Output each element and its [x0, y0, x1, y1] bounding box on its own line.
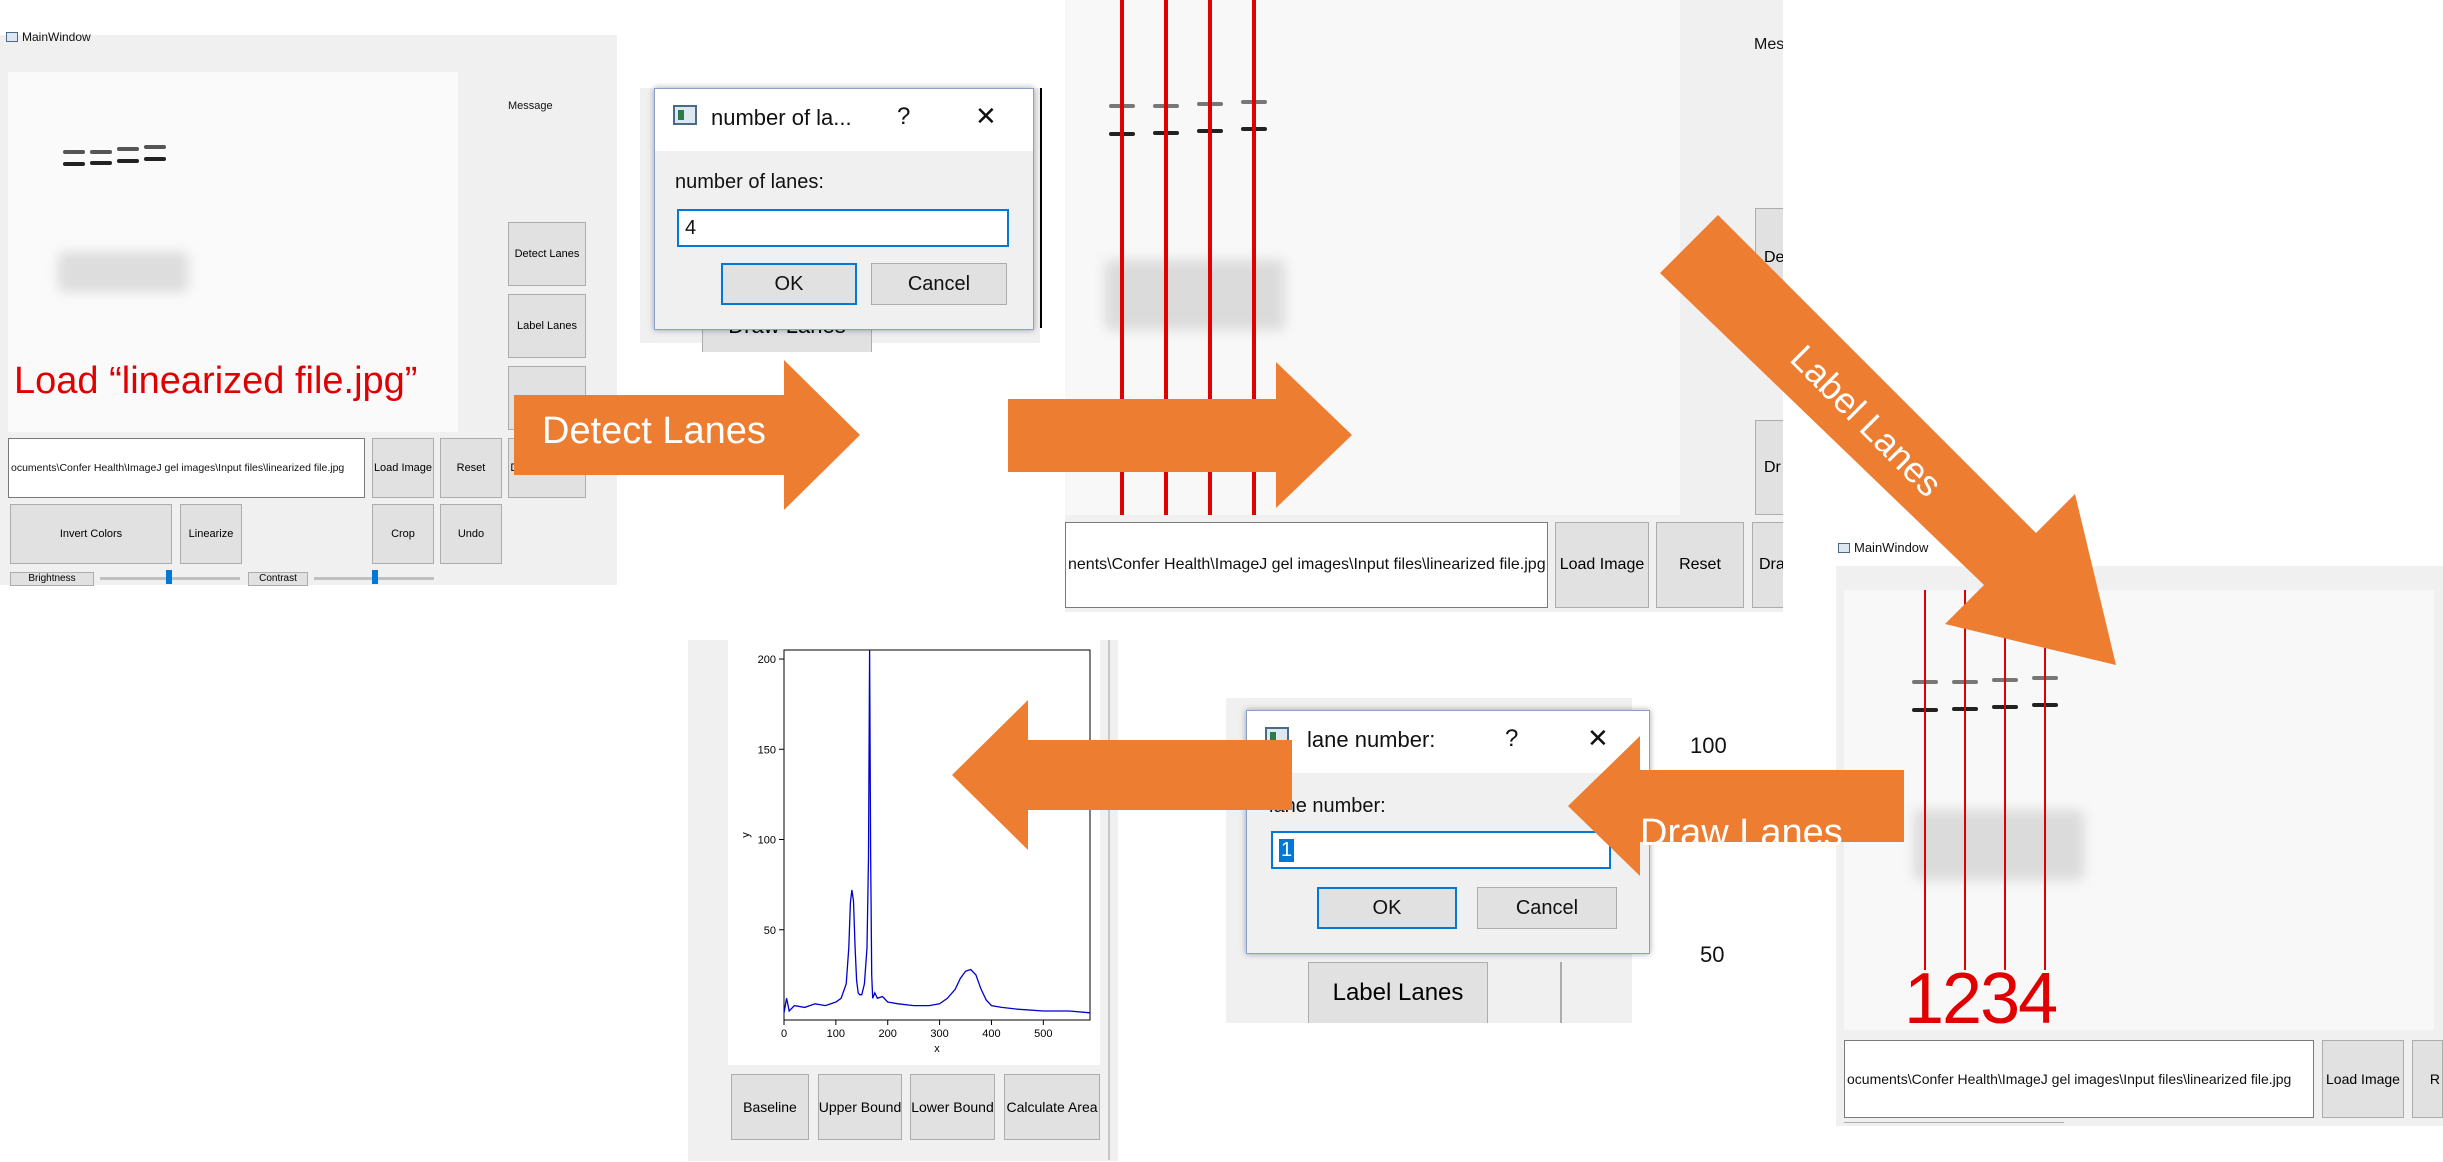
gel-band [144, 157, 166, 161]
contrast-slider-handle[interactable] [372, 570, 378, 584]
load-image-button[interactable]: Load Image [2322, 1040, 2404, 1118]
x-tick-label: 500 [1034, 1028, 1052, 1040]
brightness-label: Brightness [10, 572, 94, 586]
gel-band [90, 150, 112, 154]
file-path-field[interactable]: ocuments\Confer Health\ImageJ gel images… [1844, 1040, 2314, 1118]
linearize-button[interactable]: Linearize [180, 504, 242, 564]
y-tick-label: 50 [764, 925, 776, 937]
gel-band [117, 159, 139, 163]
gel-band [117, 147, 139, 151]
upper-bound-button[interactable]: Upper Bound [818, 1074, 902, 1140]
message-label-partial: Mes [1754, 36, 1785, 53]
undo-button[interactable]: Undo [440, 504, 502, 564]
x-tick-label: 100 [827, 1028, 845, 1040]
dialog-title: number of la... [711, 105, 852, 130]
detect-lanes-button[interactable]: Detect Lanes [508, 222, 586, 286]
detect-to-result-arrow [1008, 362, 1352, 508]
gel-smear [1914, 810, 2084, 880]
y-tick-label: 200 [758, 654, 776, 666]
divider [1560, 962, 1562, 1023]
to-plot-arrow [952, 700, 1292, 850]
x-tick-label: 400 [982, 1028, 1000, 1040]
ok-button[interactable]: OK [1317, 887, 1457, 929]
lower-button-row [1844, 1122, 2064, 1162]
window-title-bar: MainWindow [6, 30, 91, 44]
help-icon[interactable]: ? [1505, 725, 1518, 753]
draw-lanes-arrow-label: Draw Lanes [1640, 812, 1843, 854]
gel-smear [1105, 260, 1285, 330]
file-path-field[interactable]: nents\Confer Health\ImageJ gel images\In… [1065, 522, 1548, 608]
gel-band [63, 150, 85, 154]
dialog-field-label: number of lanes: [675, 171, 824, 193]
load-image-button[interactable]: Load Image [372, 438, 434, 498]
x-tick-label: 200 [879, 1028, 897, 1040]
help-icon[interactable]: ? [897, 103, 910, 131]
x-axis-label: x [934, 1043, 940, 1055]
y-tick-label: 100 [758, 835, 776, 847]
y-axis-label: y [740, 832, 752, 838]
dialog-app-icon [673, 105, 697, 125]
reset-button[interactable]: Reset [440, 438, 502, 498]
dialog-body: number of lanes: 4 OK Cancel [655, 151, 1033, 329]
gel-smear [58, 252, 188, 292]
y-tick-label: 150 [758, 744, 776, 756]
detect-lanes-arrow-label: Detect Lanes [542, 410, 766, 452]
file-path-field[interactable]: ocuments\Confer Health\ImageJ gel images… [8, 438, 365, 498]
dialog-title: lane number: [1307, 727, 1436, 752]
number-of-lanes-dialog: number of la... ? ✕ number of lanes: 4 O… [654, 88, 1034, 330]
window-title: MainWindow [22, 30, 91, 44]
number-of-lanes-input[interactable]: 4 [677, 209, 1009, 247]
x-tick-label: 300 [930, 1028, 948, 1040]
crop-button[interactable]: Crop [372, 504, 434, 564]
contrast-label: Contrast [248, 572, 308, 586]
axis-tick-50: 50 [1700, 942, 1725, 967]
lane-number-input[interactable]: 1 [1271, 831, 1611, 869]
label-lanes-button-behind[interactable]: Label Lanes [1308, 962, 1488, 1023]
ok-button[interactable]: OK [721, 263, 857, 305]
close-icon[interactable]: ✕ [975, 101, 997, 132]
arrow-shape [952, 700, 1292, 850]
arrow-shape [1008, 362, 1352, 508]
label-lanes-button[interactable]: Label Lanes [508, 294, 586, 358]
gel-band [63, 162, 85, 166]
axis-sliver [1040, 88, 1042, 328]
cancel-button[interactable]: Cancel [871, 263, 1007, 305]
reset-button-partial[interactable]: R [2412, 1040, 2443, 1118]
app-icon [6, 32, 18, 42]
baseline-button[interactable]: Baseline [731, 1074, 809, 1140]
arrow-shape [1568, 736, 1904, 876]
x-tick-label: 0 [781, 1028, 787, 1040]
calculate-area-button[interactable]: Calculate Area [1004, 1074, 1100, 1140]
invert-colors-button[interactable]: Invert Colors [10, 504, 172, 564]
gel-band [144, 145, 166, 149]
lane-number-labels: 1234 [1904, 959, 2058, 1039]
brightness-slider-handle[interactable] [166, 570, 172, 584]
load-annotation: Load “linearized file.jpg” [14, 360, 418, 402]
load-image-button[interactable]: Load Image [1555, 522, 1649, 608]
lower-bound-button[interactable]: Lower Bound [910, 1074, 995, 1140]
gel-band [90, 161, 112, 165]
message-label: Message [508, 100, 553, 112]
